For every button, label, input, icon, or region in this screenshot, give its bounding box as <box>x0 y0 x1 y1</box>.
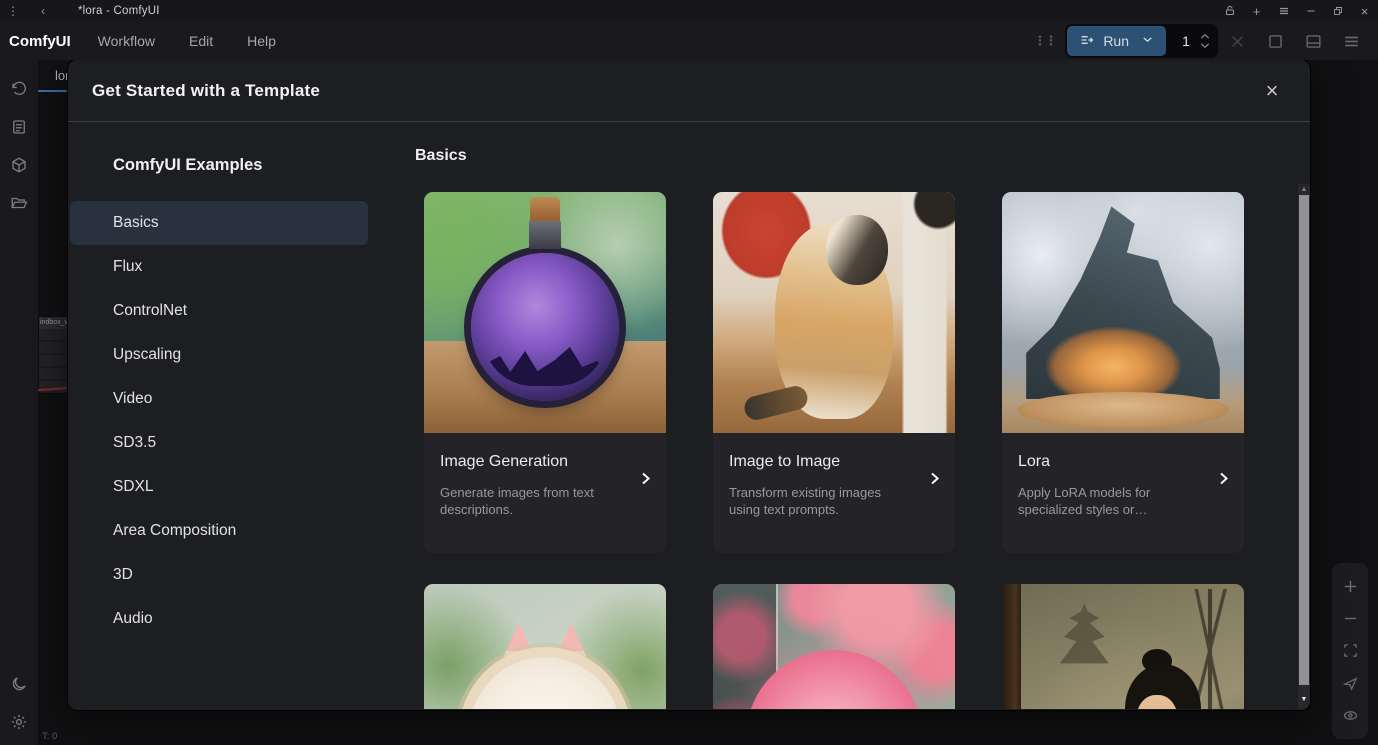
sidebar-item-sdxl[interactable]: SDXL <box>70 465 368 509</box>
graph-node-fragment[interactable]: indbox_v <box>38 316 68 394</box>
sidebar-item-area-composition[interactable]: Area Composition <box>70 509 368 553</box>
template-card-image-generation[interactable]: Image Generation Generate images from te… <box>424 192 666 553</box>
comfyui-logo: ComfyUI <box>0 33 81 50</box>
node-title: indbox_v <box>39 317 67 329</box>
batch-count-value: 1 <box>1180 33 1192 49</box>
card-thumbnail-sepia-girl-painting <box>1002 584 1244 709</box>
sidebar-item-video[interactable]: Video <box>70 377 368 421</box>
card-description: Transform existing images using text pro… <box>729 484 905 518</box>
menubar: ComfyUI Workflow Edit Help ⋮⋮ Run 1 <box>0 22 1378 60</box>
pointer-select-icon[interactable] <box>1342 675 1359 692</box>
gear-settings-icon[interactable] <box>0 703 38 741</box>
template-modal: Get Started with a Template × ComfyUI Ex… <box>68 60 1310 710</box>
log-icon[interactable] <box>0 108 38 146</box>
node-widget-rows <box>39 329 67 394</box>
restore-icon[interactable] <box>1324 0 1351 22</box>
run-button[interactable]: Run <box>1067 26 1166 56</box>
stepper-up-icon[interactable] <box>1200 33 1210 40</box>
card-title: Image to Image <box>729 453 939 471</box>
scrollbar-down-arrow-icon[interactable]: ▼ <box>1298 696 1310 703</box>
moon-theme-icon[interactable] <box>0 665 38 703</box>
run-button-label: Run <box>1103 33 1129 49</box>
card-title: Image Generation <box>440 453 650 471</box>
card-thumbnail-white-kitten-bonnet <box>424 584 666 709</box>
canvas-stats: T: 0 I: 0 N: 9 V: 18 FPS:59.52 <box>42 730 87 745</box>
sidebar-item-sd35[interactable]: SD3.5 <box>70 421 368 465</box>
folder-open-icon[interactable] <box>0 184 38 222</box>
history-icon[interactable] <box>0 70 38 108</box>
batch-count-stepper[interactable]: 1 <box>1166 33 1216 49</box>
template-sidebar: ComfyUI Examples Basics Flux ControlNet … <box>68 122 370 709</box>
template-card-partial-1[interactable] <box>424 584 666 709</box>
sidebar-item-audio[interactable]: Audio <box>70 597 368 641</box>
card-thumbnail-pink-rose <box>713 584 955 709</box>
zoom-out-icon[interactable] <box>1342 610 1359 627</box>
run-controls-group: Run 1 <box>1065 24 1218 58</box>
clear-queue-icon[interactable] <box>1218 25 1256 57</box>
canvas-view-toolbar <box>1332 563 1368 739</box>
lock-icon[interactable] <box>1216 0 1243 22</box>
template-content: Basics Image Generation Generate images … <box>370 122 1310 709</box>
template-card-grid: Image Generation Generate images from te… <box>424 192 1310 709</box>
template-card-partial-3[interactable] <box>1002 584 1244 709</box>
card-description: Apply LoRA models for specialized styles… <box>1018 484 1194 518</box>
stats-line: T: 0 <box>42 730 87 743</box>
template-card-lora[interactable]: Lora Apply LoRA models for specialized s… <box>1002 192 1244 553</box>
close-window-icon[interactable]: × <box>1351 0 1378 22</box>
modal-body: ComfyUI Examples Basics Flux ControlNet … <box>68 122 1310 709</box>
scrollbar-up-arrow-icon[interactable]: ▲ <box>1298 186 1310 193</box>
sidebar-item-controlnet[interactable]: ControlNet <box>70 289 368 333</box>
eye-toggle-icon[interactable] <box>1342 707 1359 724</box>
bottom-panel-icon[interactable] <box>1294 25 1332 57</box>
modal-close-icon[interactable]: × <box>1258 77 1286 105</box>
scrollbar-thumb[interactable] <box>1299 195 1309 685</box>
card-title: Lora <box>1018 453 1228 471</box>
sidebar-item-3d[interactable]: 3D <box>70 553 368 597</box>
card-chevron-right-icon <box>927 471 942 491</box>
sidebar-item-flux[interactable]: Flux <box>70 245 368 289</box>
sidebar-item-upscaling[interactable]: Upscaling <box>70 333 368 377</box>
run-queue-icon <box>1079 32 1095 51</box>
card-thumbnail-galaxy-potion <box>424 192 666 433</box>
card-thumbnail-mountain-diorama <box>1002 192 1244 433</box>
zoom-in-icon[interactable] <box>1342 578 1359 595</box>
toolbar-drag-handle[interactable]: ⋮⋮ <box>1033 33 1055 49</box>
app-kebab-menu-icon[interactable]: ⋮ <box>0 4 26 18</box>
template-category-heading: Basics <box>415 146 1310 166</box>
main-menu-hamburger-icon[interactable] <box>1332 25 1370 57</box>
modal-header: Get Started with a Template × <box>68 60 1310 122</box>
back-icon[interactable]: ‹ <box>30 4 56 18</box>
model-box-icon[interactable] <box>0 146 38 184</box>
window-titlebar: ⋮ ‹ *lora - ComfyUI + × <box>0 0 1378 22</box>
menu-workflow[interactable]: Workflow <box>81 33 172 49</box>
fit-view-icon[interactable] <box>1342 642 1359 659</box>
comfyui-app: ⋮ ‹ *lora - ComfyUI + × ComfyUI Workflow… <box>0 0 1378 745</box>
template-card-image-to-image[interactable]: Image to Image Transform existing images… <box>713 192 955 553</box>
template-card-partial-2[interactable] <box>713 584 955 709</box>
window-tab-title: *lora - ComfyUI <box>78 5 160 17</box>
card-chevron-right-icon <box>638 471 653 491</box>
new-tab-plus-icon[interactable]: + <box>1243 0 1270 22</box>
stepper-down-icon[interactable] <box>1200 42 1210 49</box>
titlebar-menu-icon[interactable] <box>1270 0 1297 22</box>
modal-scrollbar[interactable]: ▲ ▼ <box>1298 184 1310 709</box>
canvas-frame-icon[interactable] <box>1256 25 1294 57</box>
modal-title: Get Started with a Template <box>92 81 320 101</box>
menu-help[interactable]: Help <box>230 33 293 49</box>
card-chevron-right-icon <box>1216 471 1231 491</box>
left-sidebar-rail <box>0 60 38 745</box>
run-options-chevron-down-icon[interactable] <box>1137 33 1154 49</box>
sidebar-item-basics[interactable]: Basics <box>70 201 368 245</box>
menu-edit[interactable]: Edit <box>172 33 230 49</box>
card-thumbnail-tabby-kitten <box>713 192 955 433</box>
template-sidebar-heading: ComfyUI Examples <box>113 156 370 175</box>
card-description: Generate images from text descriptions. <box>440 484 616 518</box>
minimize-icon[interactable] <box>1297 0 1324 22</box>
